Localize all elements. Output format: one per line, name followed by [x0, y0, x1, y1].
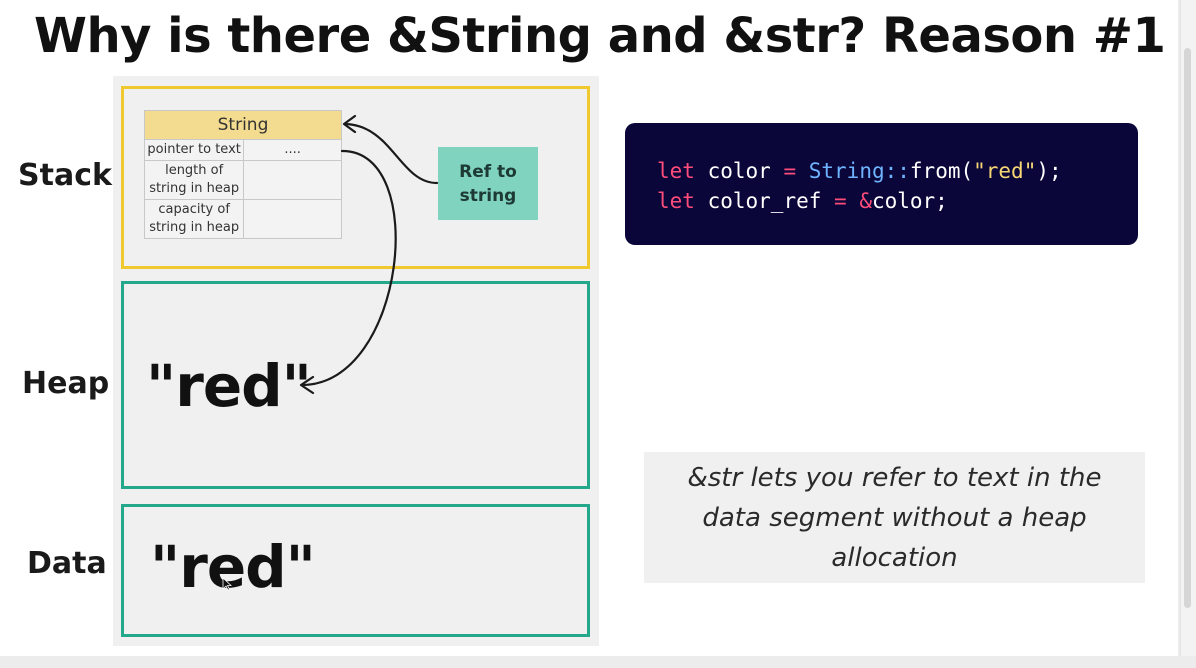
code-identifier: color	[694, 159, 784, 183]
table-row: length of string in heap	[143, 160, 342, 200]
note-box: &str lets you refer to text in the data …	[644, 452, 1145, 583]
capacity-field-value	[243, 199, 342, 239]
scrollbar-thumb[interactable]	[1184, 48, 1191, 608]
data-label: Data	[27, 546, 107, 581]
data-string-value: "red"	[150, 533, 316, 601]
code-punct: );	[1036, 159, 1062, 183]
ref-to-string-box: Ref to string	[438, 147, 538, 220]
slide-title: Why is there &String and &str? Reason #1	[34, 8, 1166, 64]
heap-string-value: "red"	[146, 352, 312, 420]
code-type: String::	[796, 159, 910, 183]
note-text: &str lets you refer to text in the data …	[687, 462, 1102, 573]
code-reference-operator: &	[846, 189, 872, 213]
pointer-field-value: ....	[243, 139, 342, 161]
length-field-label: length of string in heap	[143, 160, 245, 200]
string-struct-header: String	[144, 110, 342, 140]
code-snippet: let color = String::from("red"); let col…	[625, 123, 1138, 245]
length-field-value	[243, 160, 342, 200]
mouse-cursor-icon	[222, 577, 232, 591]
code-line-1: let color = String::from("red");	[657, 156, 1138, 186]
heap-label: Heap	[22, 366, 110, 401]
code-string-literal: "red"	[973, 159, 1037, 183]
code-keyword: let	[657, 189, 695, 213]
code-operator: =	[783, 159, 797, 183]
code-keyword: let	[657, 159, 695, 183]
capacity-field-label: capacity of string in heap	[143, 199, 245, 239]
pointer-field-label: pointer to text	[143, 139, 245, 161]
table-row: pointer to text ....	[143, 139, 342, 161]
code-identifier: color;	[871, 189, 948, 213]
code-line-2: let color_ref = &color;	[657, 186, 1138, 216]
code-operator: =	[834, 189, 847, 213]
string-struct-table: String pointer to text .... length of st…	[143, 110, 342, 239]
table-row: capacity of string in heap	[143, 199, 342, 239]
stack-label: Stack	[18, 158, 112, 193]
code-identifier: color_ref	[694, 189, 835, 213]
code-call: from(	[909, 159, 974, 183]
